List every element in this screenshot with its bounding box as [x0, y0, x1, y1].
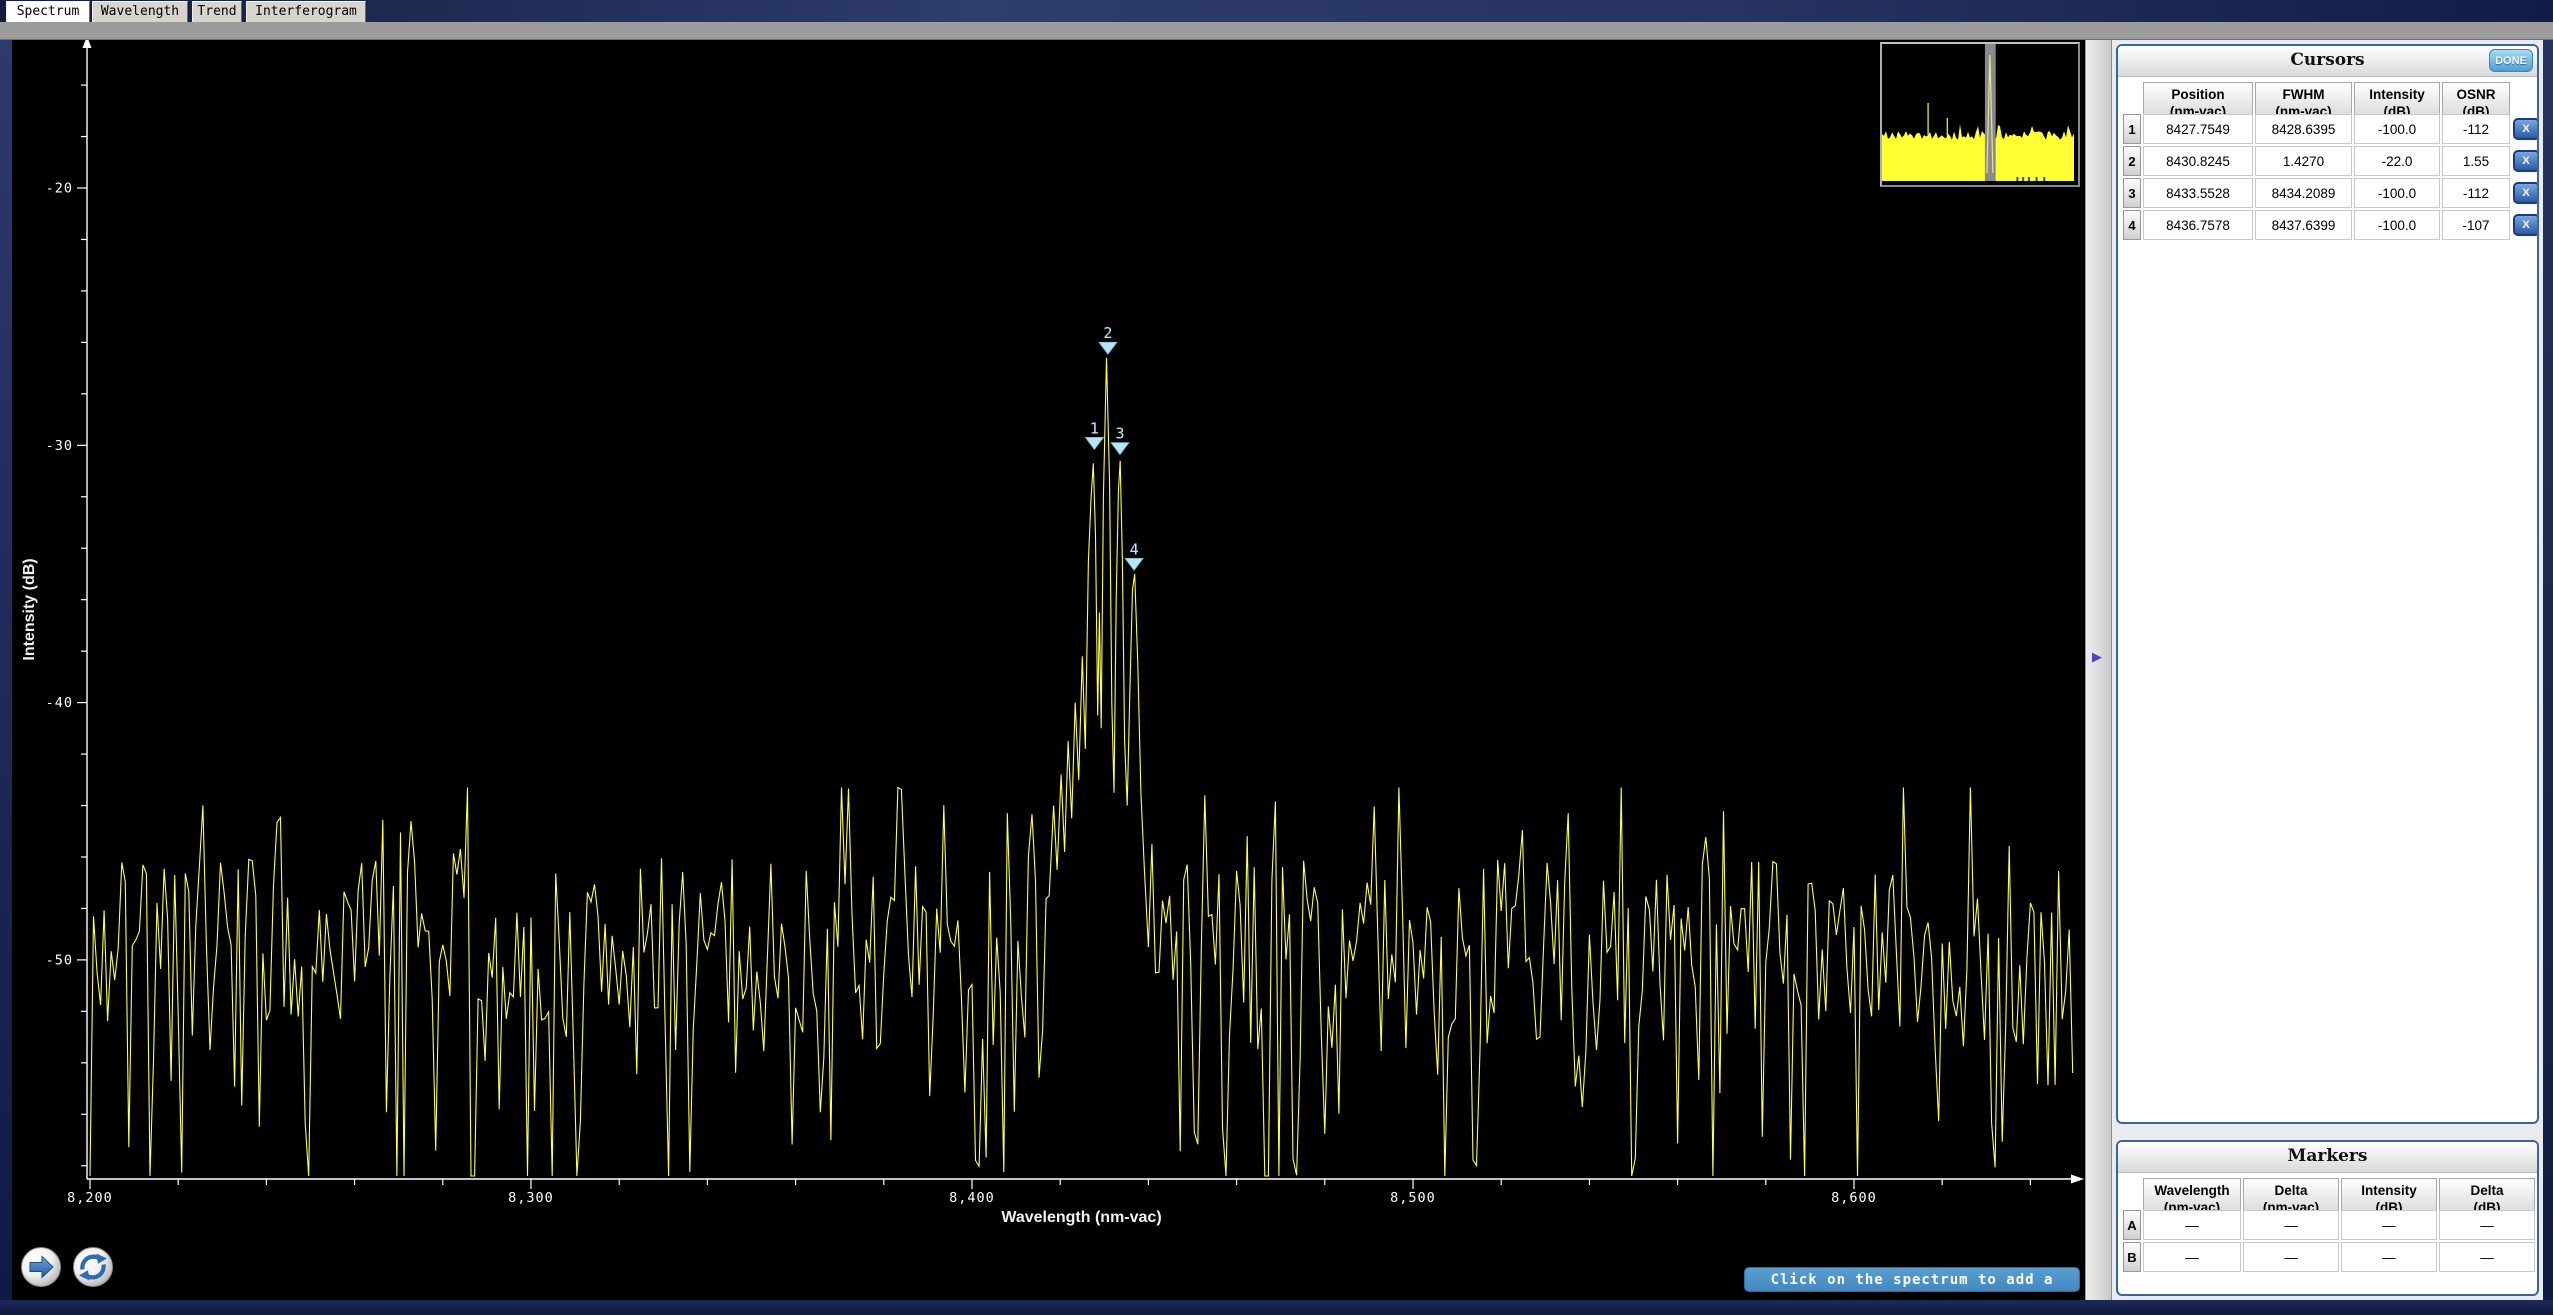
cursor-row-index: 3	[2123, 178, 2141, 208]
delete-cursor-button[interactable]: X	[2513, 118, 2540, 140]
cursors-title-text: Cursors	[2290, 50, 2364, 70]
toolbar-strip	[0, 22, 2553, 40]
window-frame-left	[0, 40, 12, 1300]
collapse-arrow-icon[interactable]: ▶	[2092, 650, 2102, 665]
delete-cursor-button[interactable]: X	[2513, 182, 2540, 204]
cursor-cell: -100.0	[2354, 114, 2440, 144]
add-cursor-hint-button[interactable]: Click on the spectrum to add a cursor.	[1744, 1267, 2080, 1292]
done-button[interactable]: DONE	[2489, 49, 2533, 72]
svg-text:8,300: 8,300	[508, 1190, 554, 1206]
svg-text:2: 2	[1103, 324, 1112, 342]
window-frame-bottom	[0, 1300, 2553, 1315]
svg-text:3: 3	[1115, 425, 1124, 443]
delete-cursor-cell: X	[2512, 146, 2539, 176]
svg-text:8,600: 8,600	[1831, 1190, 1877, 1206]
cursor-cell: -112	[2442, 178, 2510, 208]
cursors-panel-title: Cursors DONE	[2118, 46, 2537, 77]
svg-text:1: 1	[1090, 419, 1099, 437]
svg-text:Wavelength (nm-vac): Wavelength (nm-vac)	[1001, 1209, 1161, 1226]
cursor-row-index: 4	[2123, 210, 2141, 240]
cursor-marker-4	[1125, 558, 1143, 570]
markers-panel-title: Markers	[2118, 1142, 2537, 1173]
cursor-cell: 1.55	[2442, 146, 2510, 176]
tab-interferogram[interactable]: Interferogram	[246, 1, 366, 22]
cursors-table: Position(nm-vac)FWHM(nm-vac)Intensity(dB…	[2123, 82, 2539, 240]
spectrometer-app: SpectrumWavelengthTrendInterferogram 8,2…	[0, 0, 2553, 1315]
cursor-cell: -107	[2442, 210, 2510, 240]
marker-cell: —	[2341, 1210, 2437, 1240]
cursor-cell: -100.0	[2354, 210, 2440, 240]
cursor-cell: 1.4270	[2255, 146, 2352, 176]
svg-text:-30: -30	[46, 438, 73, 454]
markers-table: Wavelength(nm-vac)Delta(nm-vac)Intensity…	[2123, 1178, 2535, 1272]
spectrum-plot-panel[interactable]: 8,200 8,300 8,400 8,500 8,600 -20 -30 -40 -50 Wav…	[12, 40, 2085, 1300]
markers-panel: Markers Wavelength(nm-vac)Delta(nm-vac)I…	[2116, 1140, 2539, 1296]
cursor-cell: -22.0	[2354, 146, 2440, 176]
svg-text:-50: -50	[46, 952, 73, 968]
arrow-right-icon	[22, 1248, 60, 1286]
marker-row-index: B	[2123, 1242, 2141, 1272]
cursor-cell: -112	[2442, 114, 2510, 144]
svg-text:8,200: 8,200	[67, 1190, 113, 1206]
cursor-row-index: 1	[2123, 114, 2141, 144]
continuous-refresh-button[interactable]	[73, 1247, 113, 1287]
refresh-icon	[74, 1248, 112, 1286]
tab-wavelength[interactable]: Wavelength	[92, 1, 188, 22]
svg-text:Intensity (dB): Intensity (dB)	[21, 558, 38, 660]
cursor-cell: 8430.8245	[2143, 146, 2253, 176]
cursor-cell: 8434.2089	[2255, 178, 2352, 208]
cursor-cell: 8428.6395	[2255, 114, 2352, 144]
marker-cell: —	[2243, 1242, 2339, 1272]
tab-spectrum[interactable]: Spectrum	[6, 1, 90, 22]
cursor-marker-1	[1085, 437, 1103, 449]
overview-minimap[interactable]	[1880, 42, 2080, 187]
cursor-cell: 8427.7549	[2143, 114, 2253, 144]
cursor-cell: 8437.6399	[2255, 210, 2352, 240]
overview-minimap-chart	[1882, 44, 2074, 181]
svg-text:8,400: 8,400	[949, 1190, 995, 1206]
cursor-marker-3	[1111, 443, 1129, 455]
delete-cursor-cell: X	[2512, 114, 2539, 144]
window-frame-right	[2543, 40, 2553, 1300]
marker-cell: —	[2243, 1210, 2339, 1240]
cursor-cell: -100.0	[2354, 178, 2440, 208]
svg-text:8,500: 8,500	[1390, 1190, 1436, 1206]
marker-row-index: A	[2123, 1210, 2141, 1240]
svg-text:-20: -20	[46, 181, 73, 197]
tab-trend[interactable]: Trend	[192, 1, 242, 22]
marker-cell: —	[2439, 1210, 2535, 1240]
cursor-cell: 8433.5528	[2143, 178, 2253, 208]
cursors-panel: Cursors DONE Position(nm-vac)FWHM(nm-vac…	[2116, 44, 2539, 1124]
cursor-marker-2	[1099, 342, 1117, 354]
svg-text:4: 4	[1130, 540, 1139, 558]
markers-title-text: Markers	[2288, 1146, 2368, 1166]
delete-cursor-cell: X	[2512, 178, 2539, 208]
svg-text:-40: -40	[46, 695, 73, 711]
marker-cell: —	[2341, 1242, 2437, 1272]
delete-cursor-button[interactable]: X	[2513, 214, 2540, 236]
marker-cell: —	[2439, 1242, 2535, 1272]
window-top-band: SpectrumWavelengthTrendInterferogram	[0, 0, 2553, 22]
delete-cursor-cell: X	[2512, 210, 2539, 240]
panel-splitter[interactable]: ▶	[2085, 40, 2112, 1300]
single-acquisition-button[interactable]	[21, 1247, 61, 1287]
marker-cell: —	[2143, 1242, 2241, 1272]
cursor-cell: 8436.7578	[2143, 210, 2253, 240]
right-sidebar: Cursors DONE Position(nm-vac)FWHM(nm-vac…	[2112, 40, 2543, 1300]
marker-cell: —	[2143, 1210, 2241, 1240]
spectrum-chart[interactable]: 8,200 8,300 8,400 8,500 8,600 -20 -30 -40 -50 Wav…	[12, 40, 2085, 1300]
delete-cursor-button[interactable]: X	[2513, 150, 2540, 172]
cursor-row-index: 2	[2123, 146, 2141, 176]
